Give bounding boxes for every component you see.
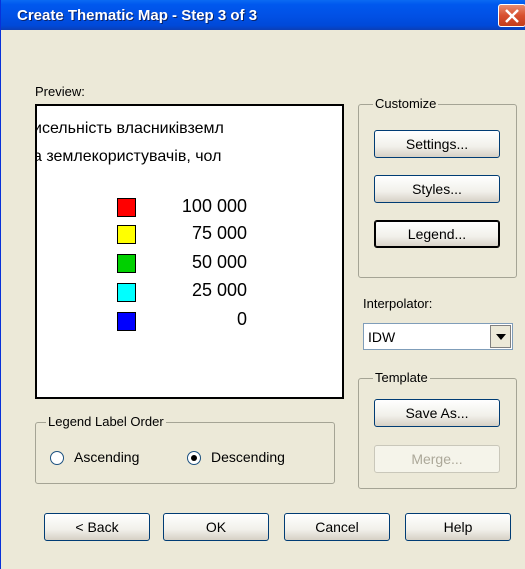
- ascending-radio[interactable]: [50, 451, 64, 465]
- legend-swatch-yellow: [117, 225, 136, 244]
- legend-value: 50 000: [191, 252, 247, 272]
- radio-selected-dot: [191, 455, 197, 461]
- legend-value: 25 000: [191, 280, 247, 300]
- interpolator-select[interactable]: IDW: [363, 323, 513, 350]
- dialog-window: Create Thematic Map - Step 3 of 3 Previe…: [0, 0, 525, 569]
- descending-label[interactable]: Descending: [211, 449, 285, 465]
- dropdown-arrow-button[interactable]: [490, 325, 511, 348]
- title-bar[interactable]: Create Thematic Map - Step 3 of 3: [1, 0, 525, 30]
- help-button[interactable]: Help: [405, 513, 511, 541]
- legend-swatch-green: [117, 254, 136, 273]
- legend-swatch-blue: [117, 312, 136, 331]
- customize-group-label: Customize: [373, 96, 439, 111]
- settings-button[interactable]: Settings...: [374, 130, 500, 158]
- legend-label-order-label: Legend Label Order: [46, 414, 166, 429]
- preview-label: Preview:: [35, 84, 85, 99]
- interpolator-label: Interpolator:: [363, 296, 433, 311]
- back-button[interactable]: < Back: [44, 513, 150, 541]
- ok-button[interactable]: OK: [163, 513, 269, 541]
- legend-value: 75 000: [191, 223, 247, 243]
- preview-map-title-line2: а землекористувачів, чол: [35, 148, 222, 165]
- chevron-down-icon: [496, 334, 506, 340]
- close-icon: [505, 9, 519, 23]
- legend-value: 0: [236, 309, 247, 329]
- legend-swatch-cyan: [117, 283, 136, 302]
- close-button[interactable]: [498, 4, 525, 27]
- merge-button[interactable]: Merge...: [374, 445, 500, 473]
- save-as-button[interactable]: Save As...: [374, 399, 500, 427]
- window-title: Create Thematic Map - Step 3 of 3: [17, 7, 258, 24]
- cancel-button[interactable]: Cancel: [284, 513, 390, 541]
- legend-swatch-red: [117, 198, 136, 217]
- preview-map-title-line1: исельність власниківземл: [35, 120, 224, 137]
- preview-panel: исельність власниківземл а землекористув…: [35, 104, 344, 399]
- template-group-label: Template: [373, 370, 430, 385]
- descending-radio[interactable]: [187, 451, 201, 465]
- legend-value: 100 000: [181, 196, 247, 216]
- styles-button[interactable]: Styles...: [374, 175, 500, 203]
- legend-button[interactable]: Legend...: [374, 220, 500, 248]
- ascending-label[interactable]: Ascending: [74, 449, 139, 465]
- interpolator-value: IDW: [368, 329, 396, 345]
